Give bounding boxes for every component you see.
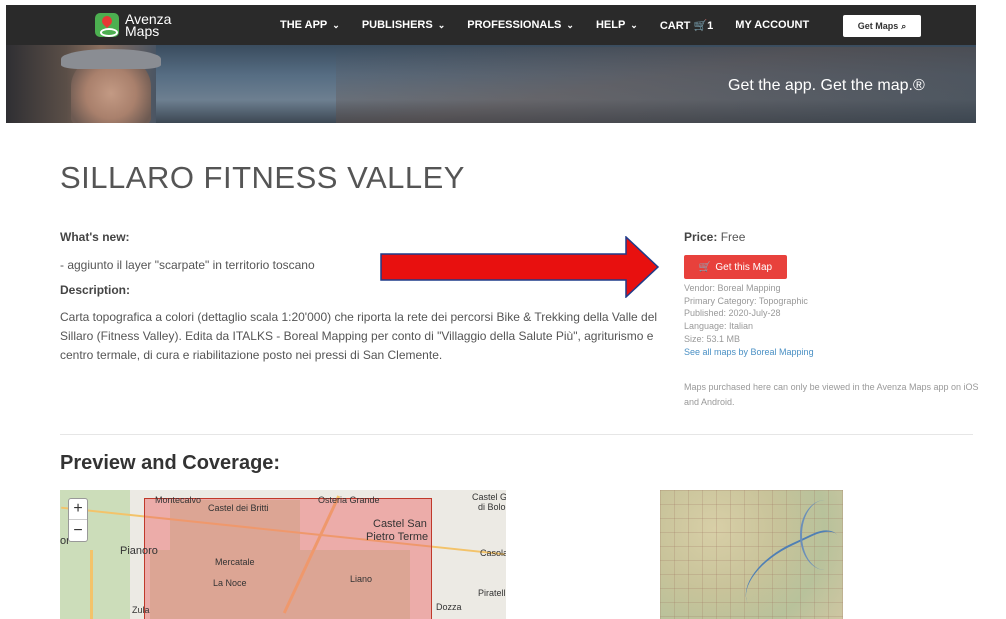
zoom-in-button[interactable]: + [69,499,87,520]
description-text: Carta topografica a colori (dettaglio sc… [60,310,658,362]
map-preview-thumbnail[interactable] [660,490,843,619]
get-maps-button[interactable]: Get Maps ⌕ [843,15,921,37]
map-label: Pietro Terme [366,531,429,543]
map-label: La Noce [213,578,247,588]
page-title: SILLARO FITNESS VALLEY [60,160,465,195]
site-header: Avenza Maps THE APP ⌄ PUBLISHERS ⌄ PROFESS… [6,5,976,123]
banner-person-cap [61,49,161,69]
map-label: Montecalvo [155,495,202,505]
preview-heading: Preview and Coverage: [60,452,281,474]
chevron-down-icon: ⌄ [630,20,638,30]
see-all-maps-link[interactable]: See all maps by Boreal Mapping [684,346,814,359]
map-label: Zula [132,605,150,615]
nav-item-label: THE APP [280,19,328,31]
whats-new-label: What's new: [60,230,130,244]
nav-item-label: HELP [595,19,626,31]
banner-tagline: Get the app. Get the map.® [728,77,925,94]
nav-item-label: PUBLISHERS [361,19,433,31]
avenza-logo[interactable]: Avenza Maps [95,12,171,38]
cart-icon: 🛒 [693,19,708,32]
map-road [90,550,93,619]
chevron-down-icon: ⌄ [566,20,574,30]
primary-category: Primary Category: Topographic [684,295,808,306]
cart-icon: 🛒 [698,261,712,273]
purchase-note: Maps purchased here can only be viewed i… [684,382,979,407]
map-label: Castel G [472,492,506,502]
logo-text: Avenza Maps [125,12,171,38]
chevron-down-icon: ⌄ [437,20,446,30]
nav-item-label: CART [659,19,691,32]
map-label: Pianoro [120,545,158,557]
map-label: Piratell [478,588,506,598]
map-label: Casola [480,548,506,558]
nav-item-the-app[interactable]: THE APP ⌄ [280,19,340,31]
search-icon: ⌕ [901,20,907,31]
get-this-map-label: Get this Map [715,261,773,273]
nav-item-help[interactable]: HELP ⌄ [596,19,638,31]
map-label: Castel dei Britti [208,503,269,513]
map-label: di Bolo [478,502,506,512]
nav-item-my-account[interactable]: MY ACCOUNT [735,19,809,31]
nav-item-label: PROFESSIONALS [467,19,562,31]
avenza-logo-icon [95,13,119,37]
file-size: Size: 53.1 MB [684,333,741,344]
price: Price: Free [684,230,984,244]
purchase-panel: Price: Free 🛒 Get this Map Vendor: Borea… [684,230,984,407]
thumbnail-river [800,500,843,570]
map-label: Dozza [436,602,462,612]
map-label: Liano [350,574,373,584]
language: Language: Italian [684,321,754,332]
navbar: Avenza Maps THE APP ⌄ PUBLISHERS ⌄ PROFESS… [6,5,976,45]
divider [60,434,973,435]
map-metadata: Vendor: Boreal Mapping Primary Category:… [684,282,814,358]
chevron-down-icon: ⌄ [332,20,340,30]
price-value: Free [720,230,746,244]
get-maps-label: Get Maps [857,21,899,31]
zoom-control: + − [68,498,88,542]
nav-menu: THE APP ⌄ PUBLISHERS ⌄ PROFESSIONALS ⌄ HELP… [280,5,831,45]
coverage-area [144,498,432,619]
published-date: Published: 2020-July-28 [684,308,781,319]
annotation-arrow [380,236,660,298]
get-this-map-button[interactable]: 🛒 Get this Map [684,255,787,279]
map-label: Mercatale [215,557,255,567]
nav-item-label: MY ACCOUNT [735,19,810,31]
cart-count: 1 [707,19,714,32]
whats-new-text: - aggiunto il layer "scarpate" in territ… [60,258,315,272]
zoom-out-button[interactable]: − [69,520,87,541]
nav-item-cart[interactable]: CART 🛒1 [660,19,713,32]
nav-item-publishers[interactable]: PUBLISHERS ⌄ [362,19,445,31]
map-label: Osteria Grande [318,495,380,505]
nav-item-professionals[interactable]: PROFESSIONALS ⌄ [467,19,574,31]
price-label: Price: [684,230,718,244]
vendor: Vendor: Boreal Mapping [684,283,781,293]
coverage-map[interactable]: Montecalvo Castel dei Britti Osteria Gra… [60,490,506,619]
description-label: Description: [60,283,131,297]
map-label: Castel San [373,518,427,530]
